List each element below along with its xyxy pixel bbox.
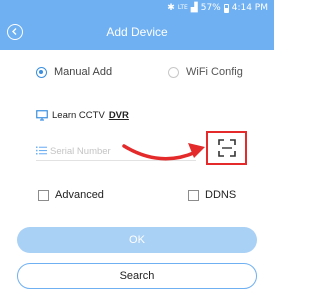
- advanced-label: Advanced: [55, 189, 104, 201]
- advanced-checkbox[interactable]: [38, 189, 49, 201]
- radio-manual-add[interactable]: Manual Add: [36, 64, 112, 80]
- qr-scan-icon: [218, 139, 236, 157]
- ddns-label: DDNS: [205, 189, 237, 201]
- search-button[interactable]: Search: [17, 263, 257, 289]
- battery-percent: 57%: [200, 3, 221, 13]
- radio-manual-add-label: Manual Add: [54, 66, 113, 78]
- advanced-checkbox-row[interactable]: Advanced: [38, 189, 104, 201]
- signal-icon: ▟: [190, 3, 198, 13]
- battery-icon: [223, 3, 229, 13]
- list-icon: [36, 146, 47, 155]
- radio-wifi-config[interactable]: WiFi Config: [168, 64, 243, 80]
- clock: 4:14 PM: [231, 3, 268, 13]
- serial-number-row: [36, 142, 196, 161]
- status-bar: ✱ LTE ▟ 57% 4:14 PM: [0, 0, 274, 16]
- radio-unselected-icon: [168, 66, 179, 78]
- ddns-checkbox-row[interactable]: DDNS: [188, 189, 236, 201]
- bluetooth-icon: ✱: [167, 3, 175, 13]
- monitor-icon: [36, 110, 48, 121]
- status-indicators: ✱ LTE ▟ 57% 4:14 PM: [167, 2, 268, 14]
- ok-button[interactable]: OK: [17, 227, 257, 253]
- learn-prefix: Learn CCTV: [52, 110, 105, 121]
- learn-cctv-dvr-link[interactable]: Learn CCTV DVR: [36, 110, 129, 121]
- serial-number-input[interactable]: [50, 143, 190, 159]
- radio-selected-icon: [36, 66, 47, 78]
- learn-dvr-link-text[interactable]: DVR: [109, 110, 129, 121]
- qr-scan-button[interactable]: [206, 131, 247, 165]
- page-title: Add Device: [106, 25, 168, 39]
- ddns-checkbox[interactable]: [188, 189, 199, 201]
- title-bar: Add Device: [0, 16, 274, 50]
- radio-wifi-config-label: WiFi Config: [186, 66, 243, 78]
- network-label: LTE: [177, 4, 188, 11]
